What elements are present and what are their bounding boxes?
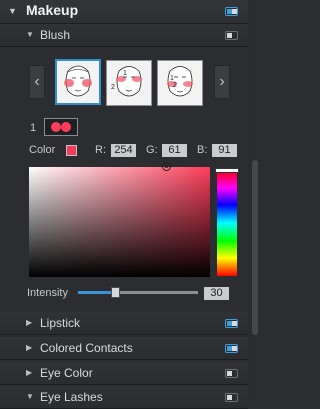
next-button[interactable]: › (214, 65, 230, 99)
svg-text:2: 2 (173, 82, 177, 89)
blush-swatch-icon (51, 122, 71, 132)
collapse-arrow-icon[interactable]: ▼ (26, 392, 34, 401)
expand-arrow-icon[interactable]: ▶ (26, 368, 32, 377)
picker-cursor-icon[interactable] (162, 162, 171, 171)
r-input[interactable]: 254 (111, 144, 136, 157)
picker-cursor-inner-icon (165, 165, 168, 168)
lipstick-header[interactable]: ▶ Lipstick (0, 312, 248, 335)
section-label: Eye Color (40, 366, 93, 380)
eye-lashes-header[interactable]: ▼ Eye Lashes (0, 386, 248, 409)
hue-slider[interactable] (217, 170, 237, 276)
blush-label: Blush (40, 28, 71, 42)
intensity-slider-thumb[interactable] (111, 287, 120, 298)
blush-toggle[interactable] (225, 31, 238, 40)
section-label: Lipstick (40, 316, 81, 330)
r-label: R: (95, 144, 106, 156)
face-icon: 1 2 (167, 66, 193, 97)
scrollbar-thumb[interactable] (252, 160, 258, 335)
makeup-toggle[interactable] (225, 7, 238, 16)
colored-contacts-toggle[interactable] (225, 344, 238, 353)
svg-text:2: 2 (111, 84, 115, 91)
colored-contacts-header[interactable]: ▶ Colored Contacts (0, 337, 248, 360)
b-label: B: (197, 144, 208, 156)
face-template-2[interactable]: 1 2 (106, 60, 152, 106)
collapse-arrow-icon[interactable]: ▼ (26, 30, 34, 39)
collapse-arrow-icon[interactable]: ▼ (8, 6, 17, 16)
g-input[interactable]: 61 (162, 144, 187, 157)
lipstick-toggle[interactable] (225, 319, 238, 328)
toggle-knob-icon (227, 33, 232, 38)
blush-header[interactable]: ▼ Blush (0, 24, 248, 47)
eye-lashes-toggle[interactable] (225, 393, 238, 402)
toggle-knob-icon (232, 9, 237, 14)
face-icon (64, 65, 92, 97)
saturation-value-picker[interactable] (29, 167, 210, 277)
face-template-3[interactable]: 1 2 (157, 60, 203, 106)
prev-button[interactable]: ‹ (29, 65, 45, 99)
region-number: 1 (30, 122, 37, 134)
expand-arrow-icon[interactable]: ▶ (26, 318, 32, 327)
intensity-label: Intensity (27, 287, 68, 299)
intensity-value[interactable]: 30 (204, 287, 229, 300)
toggle-knob-icon (232, 346, 237, 351)
svg-text:1: 1 (170, 75, 174, 82)
g-label: G: (146, 144, 158, 156)
toggle-knob-icon (227, 371, 232, 376)
eye-color-toggle[interactable] (225, 369, 238, 378)
toggle-knob-icon (227, 395, 232, 400)
blush-region-swatch[interactable] (44, 118, 78, 136)
svg-text:1: 1 (123, 70, 127, 77)
makeup-header[interactable]: ▼ Makeup (0, 0, 248, 24)
eye-color-header[interactable]: ▶ Eye Color (0, 362, 248, 385)
hue-marker[interactable] (215, 168, 239, 173)
section-label: Colored Contacts (40, 341, 133, 355)
toggle-knob-icon (232, 321, 237, 326)
b-input[interactable]: 91 (212, 144, 237, 157)
face-template-1[interactable] (55, 59, 101, 105)
color-label: Color (29, 144, 56, 156)
makeup-title: Makeup (26, 2, 79, 18)
face-icon: 1 2 (111, 66, 142, 97)
expand-arrow-icon[interactable]: ▶ (26, 343, 32, 352)
section-label: Eye Lashes (40, 390, 103, 404)
color-preview-swatch[interactable] (66, 145, 77, 156)
